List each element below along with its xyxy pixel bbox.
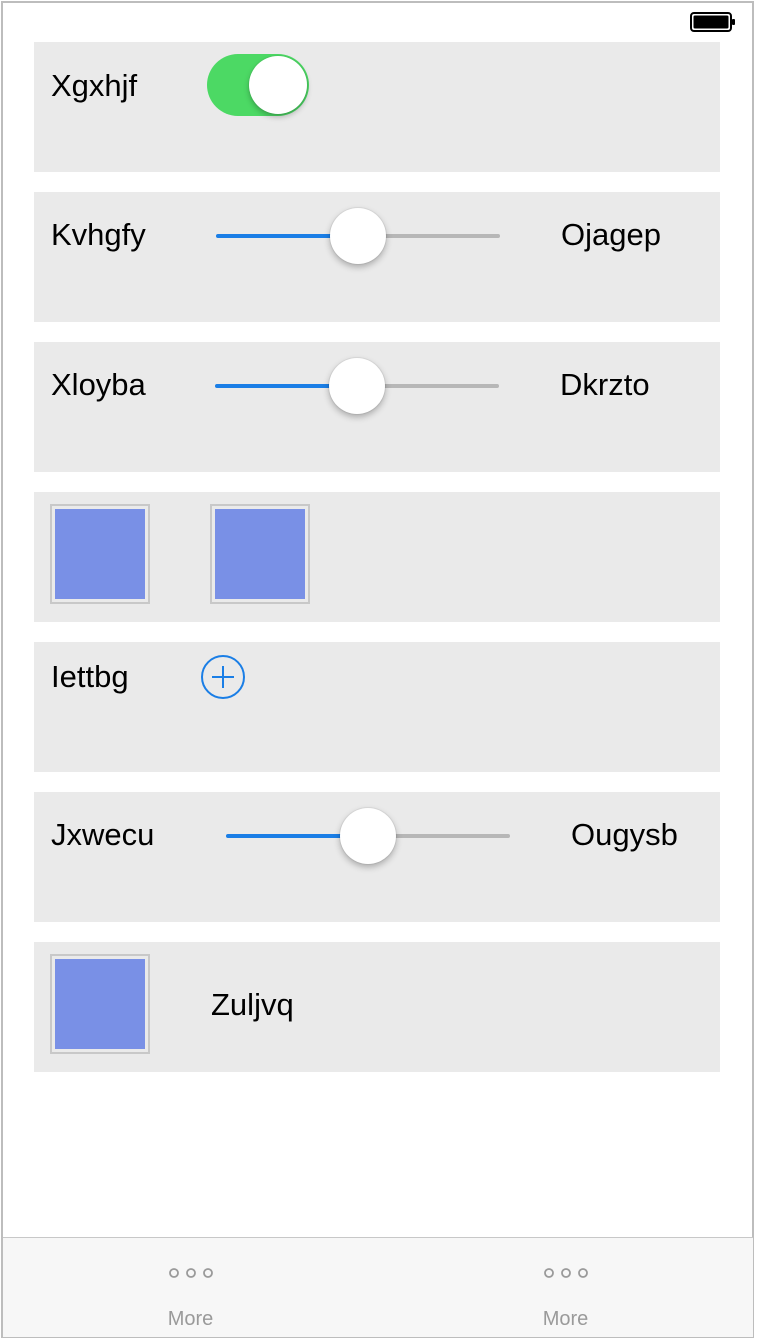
slider-max-label: Dkrzto (560, 367, 650, 402)
tab-more-2[interactable]: More (378, 1238, 753, 1338)
slider[interactable] (226, 806, 510, 866)
tab-label: More (542, 1308, 589, 1330)
image-placeholder (215, 509, 305, 599)
slider-row: Xloyba Dkrzto (34, 342, 720, 472)
add-row-label: Iettbg (51, 659, 129, 694)
image-placeholder (55, 959, 145, 1049)
toggle-label: Xgxhjf (51, 68, 138, 103)
slider-max-label: Ojagep (561, 217, 661, 252)
slider-row: Jxwecu Ougysb (34, 792, 720, 922)
image-placeholder (55, 509, 145, 599)
tab-more-1[interactable]: More (3, 1238, 378, 1338)
slider-min-label: Jxwecu (51, 817, 155, 852)
add-row: Iettbg (34, 642, 720, 772)
more-dots-icon (168, 1268, 213, 1278)
toggle-row: Xgxhjf (34, 42, 720, 172)
battery-icon (690, 12, 735, 32)
slider[interactable] (216, 206, 500, 266)
slider-max-label: Ougysb (571, 817, 678, 852)
slider-min-label: Xloyba (51, 367, 146, 402)
image-view (210, 504, 310, 604)
slider-thumb[interactable] (330, 208, 386, 264)
toggle-switch[interactable] (207, 54, 309, 116)
slider-thumb[interactable] (329, 358, 385, 414)
tab-bar: More More (3, 1237, 753, 1337)
more-dots-icon (543, 1268, 588, 1278)
slider-min-label: Kvhgfy (51, 217, 146, 252)
tab-label: More (167, 1308, 214, 1330)
image-row-label: Zuljvq (211, 987, 294, 1022)
image-view (50, 504, 150, 604)
slider-row: Kvhgfy Ojagep (34, 192, 720, 322)
image-row (34, 492, 720, 622)
plus-circle-icon[interactable] (200, 654, 246, 700)
slider[interactable] (215, 356, 499, 416)
image-label-row: Zuljvq (34, 942, 720, 1072)
image-view (50, 954, 150, 1054)
slider-thumb[interactable] (340, 808, 396, 864)
toggle-knob (249, 56, 307, 114)
